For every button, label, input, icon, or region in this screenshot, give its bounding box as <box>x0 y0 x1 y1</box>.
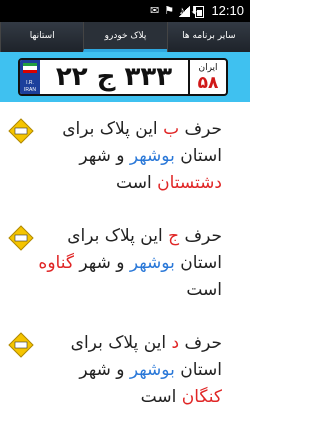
iran-flag-icon <box>23 63 37 73</box>
tab-provinces[interactable]: استانها <box>0 22 83 52</box>
item-province: بوشهر <box>129 360 175 380</box>
plate-ir-label: I.R. <box>26 80 34 86</box>
tab-bar: سایر برنامه ها پلاک خودرو استانها <box>0 22 250 52</box>
license-plate: I.R. IRAN ۳۳۳ ج ۲۲ ایران ۵۸ <box>18 58 228 96</box>
list-item[interactable]: حرف د این پلاک برای استان بوشهر و شهر کن… <box>0 316 250 423</box>
plate-province-box: ایران ۵۸ <box>188 60 226 94</box>
item-city: کنگان <box>181 387 222 407</box>
item-city: دشتستان <box>157 173 222 193</box>
plate-badge-icon <box>8 118 34 144</box>
plate-country-strip: I.R. IRAN <box>20 60 40 94</box>
list-item[interactable]: حرف ج این پلاک برای استان بوشهر و شهر گن… <box>0 209 250 317</box>
item-letter: ج <box>168 226 180 246</box>
plate-header: I.R. IRAN ۳۳۳ ج ۲۲ ایران ۵۸ <box>0 52 250 102</box>
item-province: بوشهر <box>129 146 175 166</box>
plate-digits-right: ۳۳۳ <box>124 62 173 92</box>
plate-letter: ج <box>96 62 116 92</box>
item-text: حرف د این پلاک برای استان بوشهر و شهر کن… <box>70 333 222 407</box>
plate-badge-icon <box>8 332 34 358</box>
item-letter: ب <box>163 119 180 139</box>
item-text: حرف ب این پلاک برای استان بوشهر و شهر دش… <box>62 119 222 193</box>
battery-icon <box>195 6 204 18</box>
item-letter: د <box>171 333 180 353</box>
item-text: حرف ج این پلاک برای استان بوشهر و شهر گن… <box>38 226 222 300</box>
signal-icon <box>178 6 190 17</box>
status-bar: ✉ ⚑ ♪ ⬇ 12:10 <box>0 0 250 22</box>
tab-car-plate[interactable]: پلاک خودرو <box>83 22 167 52</box>
notification-icons: ✉ ⚑ ♪ ⬇ <box>150 5 200 17</box>
plate-province-code: ۵۸ <box>197 73 219 93</box>
tab-other-apps[interactable]: سایر برنامه ها <box>166 22 250 52</box>
plate-iran-label: IRAN <box>24 87 36 93</box>
plate-badge-icon <box>8 225 34 251</box>
item-province: بوشهر <box>129 253 175 273</box>
clock: 12:10 <box>211 3 244 18</box>
item-city: گناوه <box>38 253 74 273</box>
plate-number: ۳۳۳ ج ۲۲ <box>42 60 186 94</box>
plate-digits-left: ۲۲ <box>55 62 88 92</box>
list-item[interactable]: حرف ب این پلاک برای استان بوشهر و شهر دش… <box>0 102 250 210</box>
